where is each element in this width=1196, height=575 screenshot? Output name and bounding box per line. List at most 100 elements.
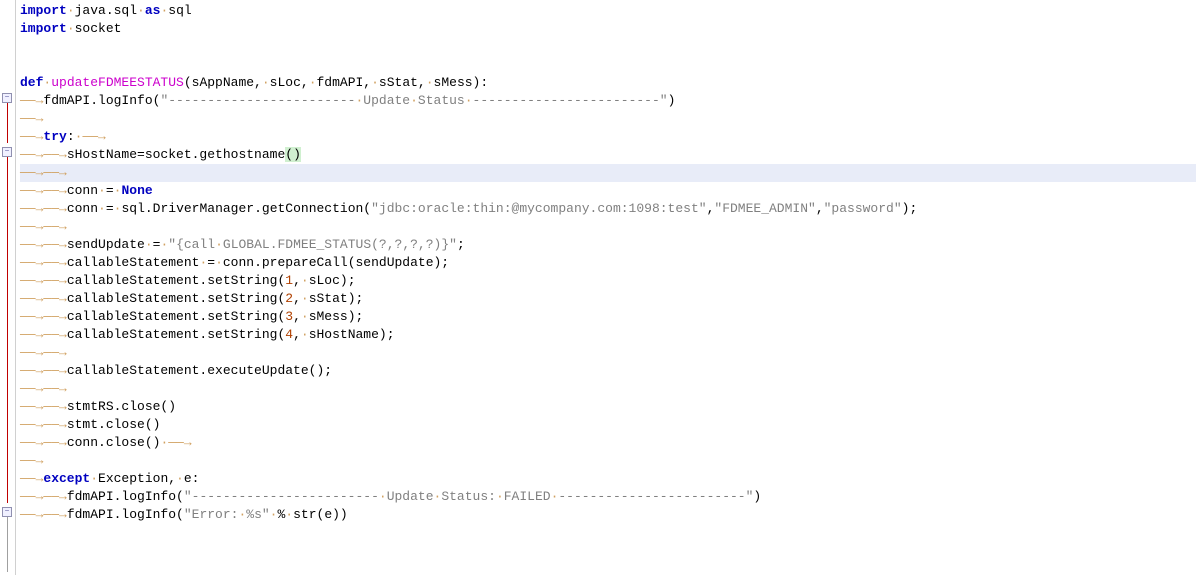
code-line[interactable]: ——→——→callableStatement.setString(3,·sMe… [20,308,1196,326]
whitespace-space: · [496,489,504,504]
whitespace-tab: ——→ [20,93,43,108]
code-line[interactable]: ——→——→conn·=·sql.DriverManager.getConnec… [20,200,1196,218]
code-token: , [293,273,301,288]
code-token: sStat, [379,75,426,90]
code-token: "FDMEE_ADMIN" [714,201,815,216]
whitespace-space: · [410,93,418,108]
whitespace-space: · [145,237,153,252]
whitespace-tab: ——→ [20,471,43,486]
code-line[interactable]: ——→ [20,110,1196,128]
code-line[interactable]: ——→——→sHostName=socket.gethostname() [20,146,1196,164]
whitespace-tab: ——→ [20,345,43,360]
whitespace-tab: ——→ [20,219,43,234]
code-token: callableStatement.setString( [67,309,285,324]
code-line[interactable]: ——→——→callableStatement.setString(2,·sSt… [20,290,1196,308]
whitespace-tab: ——→ [20,399,43,414]
whitespace-tab: ——→ [43,165,66,180]
whitespace-tab: ——→ [20,309,43,324]
code-line[interactable]: ——→——→stmt.close() [20,416,1196,434]
whitespace-tab: ——→ [43,291,66,306]
code-token: socket [75,21,122,36]
code-line[interactable]: ——→——→conn·=·None [20,182,1196,200]
code-token: Update [387,489,434,504]
code-line[interactable]: ——→——→ [20,344,1196,362]
whitespace-tab: ——→ [82,129,105,144]
whitespace-tab: ——→ [20,237,43,252]
code-token: fdmAPI, [317,75,372,90]
code-line[interactable]: ——→except·Exception,·e: [20,470,1196,488]
whitespace-tab: ——→ [168,435,191,450]
code-line[interactable]: ——→——→fdmAPI.logInfo("Error:·%s"·%·str(e… [20,506,1196,524]
code-token: except [43,471,90,486]
code-line[interactable]: ——→——→fdmAPI.logInfo("------------------… [20,488,1196,506]
code-line-current[interactable]: ——→——→ [20,164,1196,182]
code-line[interactable]: def·updateFDMEESTATUS(sAppName,·sLoc,·fd… [20,74,1196,92]
code-token: ------------------------" [473,93,668,108]
whitespace-tab: ——→ [43,183,66,198]
code-token: conn.prepareCall(sendUpdate); [223,255,449,270]
code-line[interactable] [20,56,1196,74]
code-token: str(e)) [293,507,348,522]
code-token: , [293,327,301,342]
whitespace-tab: ——→ [43,147,66,162]
whitespace-space: · [176,471,184,486]
code-editor[interactable]: import·java.sql·as·sqlimport·socket def·u… [16,0,1196,575]
whitespace-tab: ——→ [43,507,66,522]
whitespace-space: · [98,201,106,216]
code-token: sMess): [434,75,489,90]
code-token: sHostName=socket.gethostname [67,147,285,162]
whitespace-tab: ——→ [43,381,66,396]
whitespace-tab: ——→ [20,183,43,198]
code-token: = [207,255,215,270]
whitespace-tab: ——→ [20,381,43,396]
code-token: Status: [441,489,496,504]
code-token: conn [67,201,98,216]
code-line[interactable]: import·socket [20,20,1196,38]
fold-gutter: − − − [0,0,16,575]
code-token: Update [363,93,410,108]
code-token: callableStatement.executeUpdate(); [67,363,332,378]
code-token: ; [457,237,465,252]
code-line[interactable]: ——→fdmAPI.logInfo("---------------------… [20,92,1196,110]
code-token: 2 [285,291,293,306]
code-line[interactable]: ——→——→callableStatement·=·conn.prepareCa… [20,254,1196,272]
code-line[interactable]: ——→——→callableStatement.executeUpdate(); [20,362,1196,380]
whitespace-tab: ——→ [20,417,43,432]
code-token: ); [902,201,918,216]
code-token: sMess); [309,309,364,324]
fold-toggle[interactable]: − [2,93,12,103]
whitespace-tab: ——→ [43,363,66,378]
whitespace-space: · [301,327,309,342]
code-token: "------------------------ [184,489,379,504]
code-token: : [67,129,75,144]
whitespace-tab: ——→ [20,147,43,162]
code-token: "------------------------ [160,93,355,108]
code-line[interactable] [20,38,1196,56]
whitespace-tab: ——→ [43,417,66,432]
code-line[interactable]: import·java.sql·as·sql [20,2,1196,20]
code-token: ( [285,147,293,162]
code-token: sLoc); [309,273,356,288]
fold-toggle[interactable]: − [2,147,12,157]
whitespace-tab: ——→ [43,255,66,270]
code-line[interactable]: ——→——→sendUpdate·=·"{call·GLOBAL.FDMEE_S… [20,236,1196,254]
whitespace-tab: ——→ [20,165,43,180]
whitespace-tab: ——→ [20,201,43,216]
code-line[interactable]: ——→——→ [20,218,1196,236]
whitespace-space: · [67,3,75,18]
code-token: stmt.close() [67,417,161,432]
code-line[interactable]: ——→——→conn.close()·——→ [20,434,1196,452]
code-line[interactable]: ——→ [20,452,1196,470]
code-line[interactable]: ——→——→callableStatement.setString(4,·sHo… [20,326,1196,344]
fold-toggle[interactable]: − [2,507,12,517]
whitespace-space: · [301,273,309,288]
whitespace-tab: ——→ [20,453,43,468]
code-line[interactable]: ——→——→ [20,380,1196,398]
code-token: Exception, [98,471,176,486]
code-line[interactable]: ——→try:·——→ [20,128,1196,146]
code-token: ) [753,489,761,504]
whitespace-tab: ——→ [20,111,43,126]
code-line[interactable]: ——→——→callableStatement.setString(1,·sLo… [20,272,1196,290]
code-line[interactable]: ——→——→stmtRS.close() [20,398,1196,416]
code-token: %s" [246,507,269,522]
